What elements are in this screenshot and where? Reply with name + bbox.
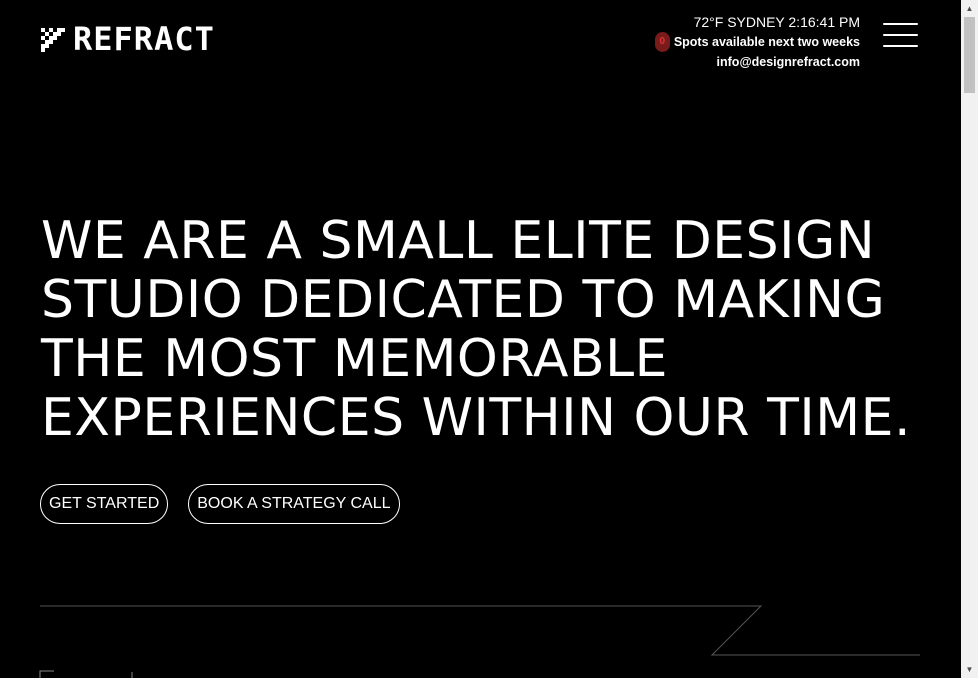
scroll-down-arrow-icon[interactable]: ▼	[961, 661, 978, 678]
section-divider	[39, 605, 920, 678]
page: REFRACT 72°F SYDNEY 2:16:41 PM 0 Spots a…	[0, 0, 961, 678]
vertical-scrollbar[interactable]: ▲ ▼	[961, 0, 978, 678]
scroll-up-arrow-icon[interactable]: ▲	[961, 0, 978, 17]
scroll-thumb[interactable]	[964, 17, 975, 93]
